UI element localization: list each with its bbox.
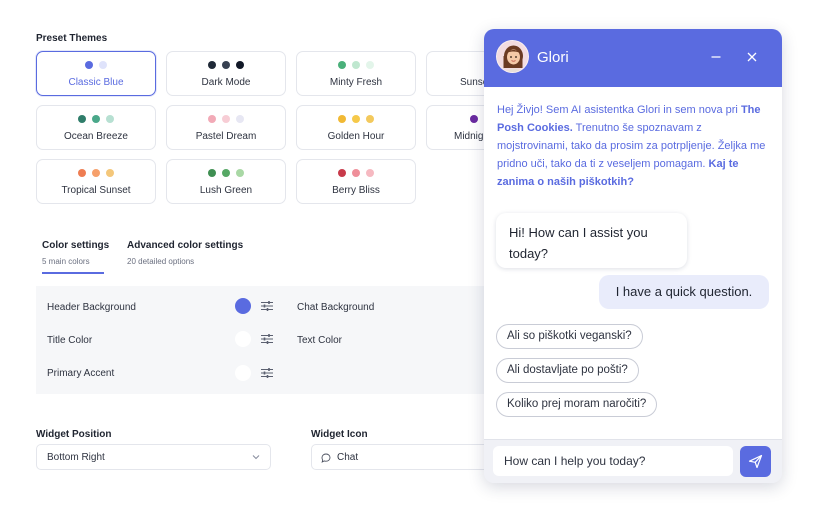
close-icon[interactable]	[746, 51, 758, 63]
widget-position-value: Bottom Right	[47, 452, 105, 463]
widget-position-select[interactable]: Bottom Right	[36, 444, 271, 470]
title-color-label: Title Color	[47, 335, 93, 346]
widget-icon-select[interactable]: Chat	[311, 444, 491, 470]
header-background-adjust-icon[interactable]	[261, 300, 273, 312]
theme-card-golden-hour[interactable]: Golden Hour	[296, 105, 416, 150]
preset-themes-title: Preset Themes	[36, 33, 108, 44]
send-icon	[748, 454, 763, 469]
chat-background-label: Chat Background	[297, 302, 375, 313]
header-background-label: Header Background	[47, 302, 136, 313]
tab-sublabel: 20 detailed options	[127, 257, 195, 266]
theme-name: Golden Hour	[327, 131, 385, 142]
theme-name: Lush Green	[199, 185, 253, 196]
theme-card-dark-mode[interactable]: Dark Mode	[166, 51, 286, 96]
active-tab-indicator	[42, 272, 104, 274]
widget-icon-value: Chat	[337, 452, 359, 463]
primary-accent-adjust-icon[interactable]	[261, 367, 273, 379]
user-message-bubble: I have a quick question.	[599, 275, 769, 309]
theme-card-classic-blue[interactable]: Classic Blue	[36, 51, 156, 96]
widget-position-label: Widget Position	[36, 429, 112, 440]
theme-name: Classic Blue	[68, 77, 124, 88]
theme-name: Ocean Breeze	[64, 131, 128, 142]
assistant-avatar	[496, 40, 529, 73]
theme-name: Minty Fresh	[329, 77, 383, 88]
chat-input[interactable]	[493, 446, 733, 476]
suggestion-chip[interactable]: Koliko prej moram naročiti?	[496, 392, 658, 417]
title-color-adjust-icon[interactable]	[261, 333, 273, 345]
theme-card-minty-fresh[interactable]: Minty Fresh	[296, 51, 416, 96]
tab-advanced-color-settings[interactable]: Advanced color settings 20 detailed opti…	[127, 240, 243, 266]
text-color-label: Text Color	[297, 335, 343, 346]
theme-name: Pastel Dream	[195, 131, 257, 142]
primary-accent-label: Primary Accent	[47, 368, 115, 379]
widget-icon-label: Widget Icon	[311, 429, 368, 440]
color-settings-panel: Header Background Title Color Primary Ac…	[36, 286, 486, 394]
theme-name: Dark Mode	[201, 77, 251, 88]
theme-card-ocean-breeze[interactable]: Ocean Breeze	[36, 105, 156, 150]
suggestion-chip[interactable]: Ali dostavljate po pošti?	[496, 358, 639, 383]
intro-message: Hej Živjo! Sem AI asistentka Glori in se…	[497, 101, 772, 191]
title-color-swatch[interactable]	[235, 331, 251, 347]
theme-card-tropical-sunset[interactable]: Tropical Sunset	[36, 159, 156, 204]
theme-card-berry-bliss[interactable]: Berry Bliss	[296, 159, 416, 204]
theme-card-pastel-dream[interactable]: Pastel Dream	[166, 105, 286, 150]
theme-name: Tropical Sunset	[61, 185, 131, 196]
chat-bubble-icon	[321, 453, 331, 463]
chat-footer	[484, 439, 782, 483]
tab-label: Advanced color settings	[127, 240, 244, 251]
theme-card-lush-green[interactable]: Lush Green	[166, 159, 286, 204]
tab-color-settings[interactable]: Color settings 5 main colors	[42, 240, 109, 266]
theme-name: Berry Bliss	[332, 185, 380, 196]
header-background-swatch[interactable]	[235, 298, 251, 314]
chat-widget: Glori Hej Živjo! Sem AI asistentka Glori…	[484, 29, 782, 483]
intro-text: Hej Živjo! Sem AI asistentka Glori in se…	[497, 104, 741, 116]
tab-sublabel: 5 main colors	[42, 257, 90, 266]
suggestion-chip[interactable]: Ali so piškotki veganski?	[496, 324, 643, 349]
chevron-down-icon	[252, 455, 260, 460]
bot-message-bubble: Hi! How can I assist you today?	[496, 213, 687, 268]
minimize-icon[interactable]	[710, 51, 722, 63]
tab-label: Color settings	[42, 240, 110, 251]
primary-accent-swatch[interactable]	[235, 365, 251, 381]
send-button[interactable]	[740, 446, 771, 477]
chat-title: Glori	[537, 49, 569, 66]
chat-header: Glori	[484, 29, 782, 87]
chat-body: Hej Živjo! Sem AI asistentka Glori in se…	[484, 87, 782, 439]
